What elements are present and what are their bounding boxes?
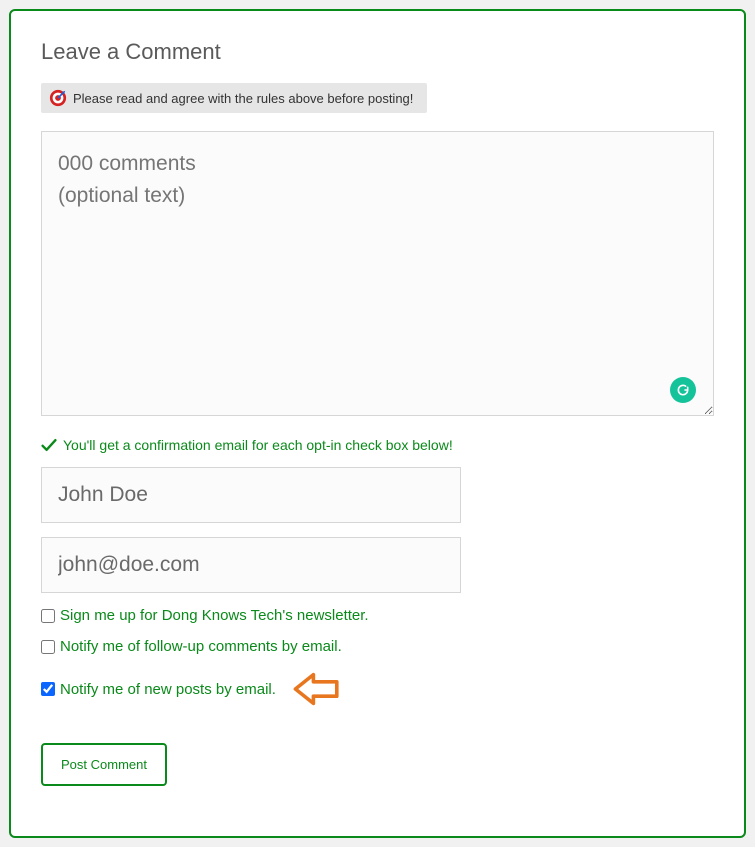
newposts-checkbox[interactable] xyxy=(41,682,55,696)
grammarly-icon[interactable] xyxy=(670,377,696,403)
email-input[interactable] xyxy=(41,537,461,593)
followup-label[interactable]: Notify me of follow-up comments by email… xyxy=(60,638,342,655)
target-icon xyxy=(49,89,67,107)
confirmation-info-text: You'll get a confirmation email for each… xyxy=(63,437,453,453)
newposts-label[interactable]: Notify me of new posts by email. xyxy=(60,681,276,698)
rules-notice-text: Please read and agree with the rules abo… xyxy=(73,91,413,106)
post-comment-button[interactable]: Post Comment xyxy=(41,743,167,786)
checkmark-icon xyxy=(41,437,57,453)
confirmation-info: You'll get a confirmation email for each… xyxy=(41,437,714,453)
newsletter-label[interactable]: Sign me up for Dong Knows Tech's newslet… xyxy=(60,607,369,624)
newsletter-checkbox[interactable] xyxy=(41,609,55,623)
name-input[interactable] xyxy=(41,467,461,523)
annotation-arrow-icon xyxy=(290,669,344,709)
form-heading: Leave a Comment xyxy=(41,39,714,65)
comment-textarea[interactable] xyxy=(41,131,714,416)
followup-checkbox[interactable] xyxy=(41,640,55,654)
rules-notice: Please read and agree with the rules abo… xyxy=(41,83,427,113)
comment-form-panel: Leave a Comment Please read and agree wi… xyxy=(9,9,746,838)
